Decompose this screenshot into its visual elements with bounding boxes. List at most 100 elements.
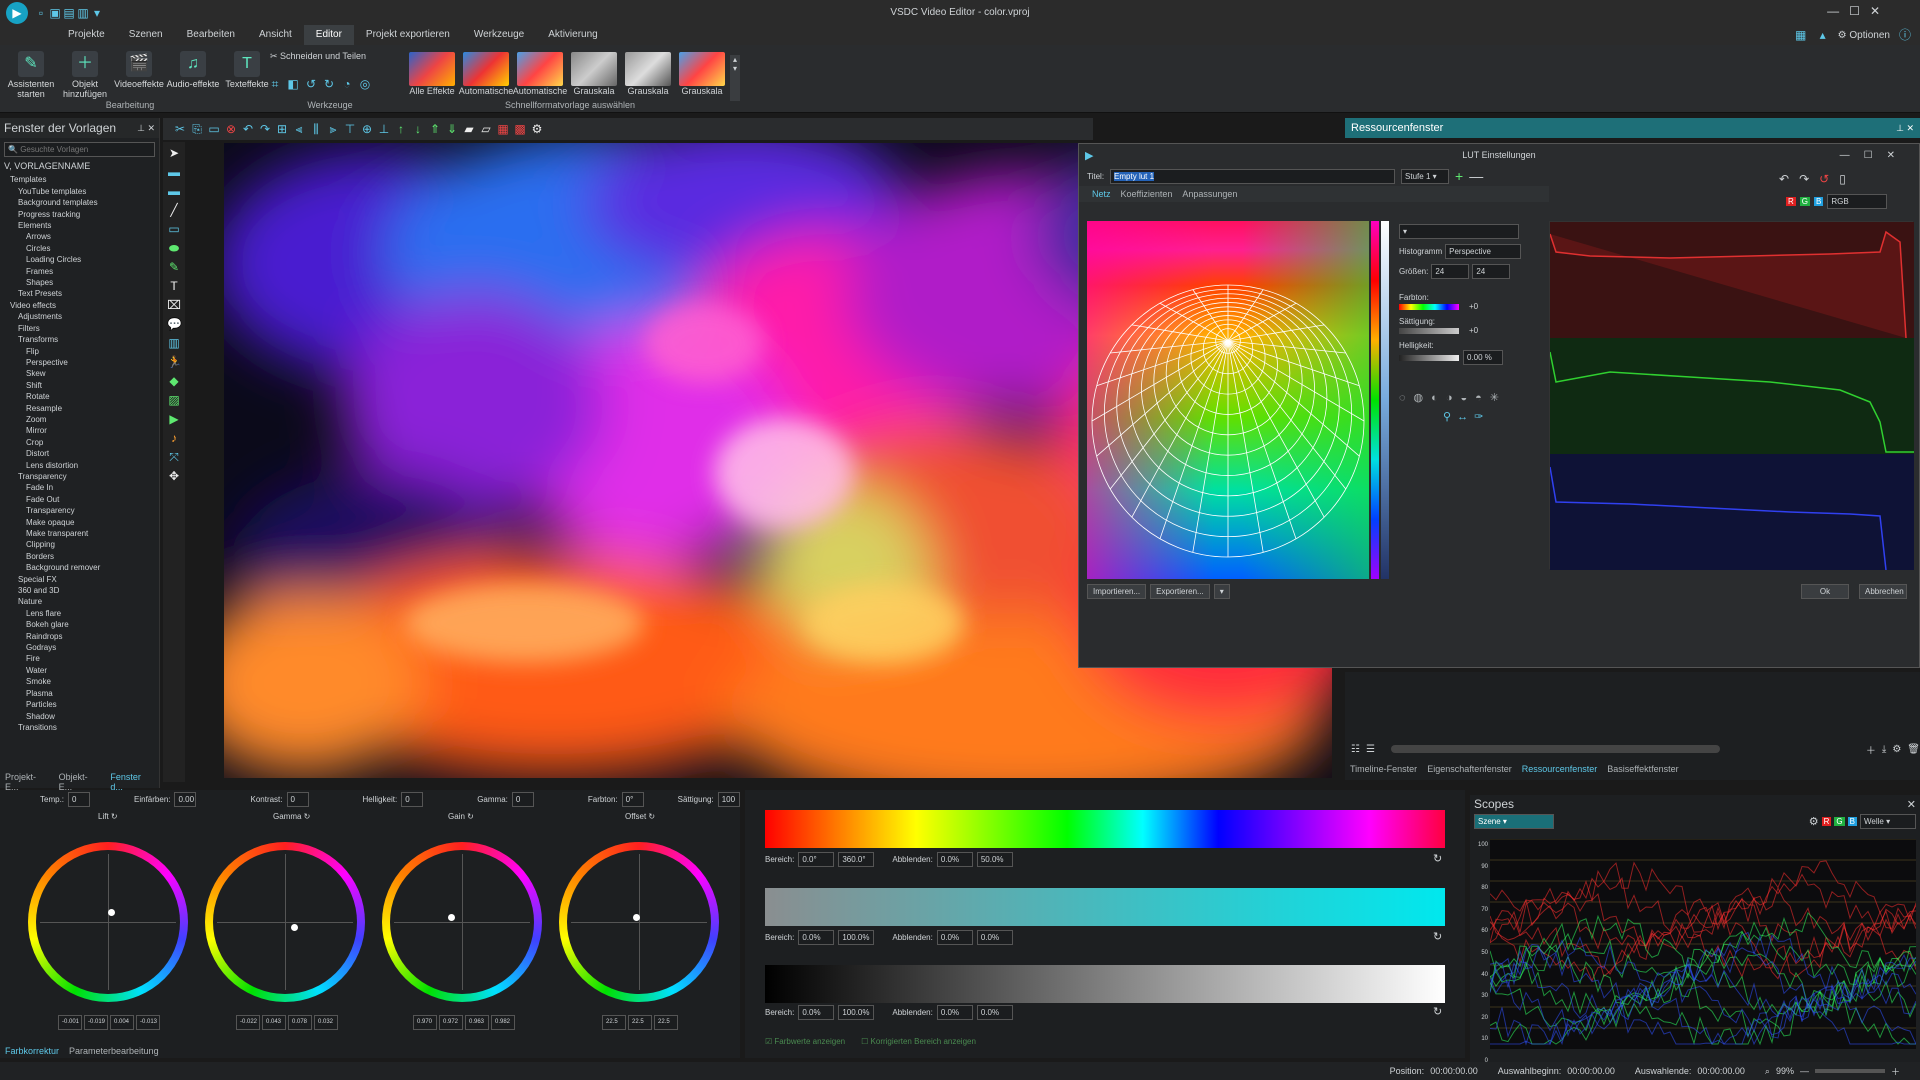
tab-project-explorer[interactable]: Projekt-E...	[0, 772, 54, 792]
lut-value-bar[interactable]	[1381, 221, 1389, 579]
resource-settings-icon[interactable]: ⚙	[1892, 744, 1901, 755]
sat-fade-to[interactable]: 0.0%	[976, 930, 1013, 945]
speed-icon[interactable]: ◔	[340, 77, 354, 91]
add-resource-icon[interactable]: ＋	[1866, 742, 1876, 757]
gain-value-input[interactable]: 0.970	[413, 1015, 437, 1030]
app-logo-icon[interactable]: ▶	[6, 1, 28, 24]
gamma-value-input[interactable]: 0.032	[314, 1015, 338, 1030]
zoom-in-icon[interactable]: ＋	[1891, 1065, 1900, 1078]
show-colors-checkbox[interactable]: ☑ Farbwerte anzeigen	[765, 1037, 845, 1046]
template-tree-item[interactable]: Flip	[10, 346, 159, 357]
hue-fade-from[interactable]: 0.0%	[936, 852, 973, 867]
template-tree-item[interactable]: Elements	[10, 220, 159, 231]
animation-icon[interactable]: 🏃	[167, 355, 182, 369]
template-tree-item[interactable]: Background templates	[10, 197, 159, 208]
sprite-icon[interactable]: ◆	[167, 374, 181, 388]
rectangle-icon[interactable]: ▭	[167, 222, 181, 236]
move-up-icon[interactable]: ↑	[394, 122, 408, 136]
template-tree-item[interactable]: Filters	[10, 323, 159, 334]
template-tree-item[interactable]: YouTube templates	[10, 186, 159, 197]
saturation-range-bar[interactable]	[765, 888, 1445, 926]
subtitle-icon[interactable]: ⌧	[167, 298, 181, 312]
menu-szenen[interactable]: Szenen	[117, 25, 175, 45]
wizard-button[interactable]: ✎ Assistenten starten	[4, 47, 58, 99]
template-tree-item[interactable]: Water	[10, 665, 159, 676]
template-tree-item[interactable]: Plasma	[10, 688, 159, 699]
template-tree-item[interactable]: Mirror	[10, 425, 159, 436]
save-icon[interactable]: ▣	[48, 6, 62, 20]
close-button[interactable]: ✕	[1870, 4, 1880, 18]
stabilize-icon[interactable]: ◎	[358, 77, 372, 91]
align-left-icon[interactable]: ⫷	[292, 122, 306, 136]
mesh-tool-7-icon[interactable]: ✳	[1490, 391, 1499, 404]
gain-wheel[interactable]	[382, 842, 542, 1002]
align-bottom-icon[interactable]: ⊥	[377, 122, 391, 136]
ellipse-icon[interactable]: ⬬	[167, 241, 181, 255]
lift-wheel[interactable]	[28, 842, 188, 1002]
template-tree-item[interactable]: Loading Circles	[10, 254, 159, 265]
text-icon[interactable]: T	[167, 279, 181, 293]
menu-projekte[interactable]: Projekte	[56, 25, 117, 45]
help-icon[interactable]: ⓘ	[1898, 28, 1912, 42]
hue-slider[interactable]	[1399, 303, 1459, 310]
video-effects-button[interactable]: 🎬 Videoeffekte	[112, 47, 166, 97]
gamma-value-input[interactable]: 0.043	[262, 1015, 286, 1030]
template-tree-item[interactable]: Fade Out	[10, 494, 159, 505]
image-icon[interactable]: ▨	[167, 393, 181, 407]
tree-view-icon[interactable]: ☰	[1366, 744, 1375, 755]
scopes-settings-icon[interactable]: ⚙	[1809, 815, 1819, 828]
crop-icon[interactable]: ⌗	[268, 77, 282, 91]
preset-grayscale-3[interactable]: Grauskala	[676, 49, 728, 107]
align-right-icon[interactable]: ⫸	[326, 122, 340, 136]
mesh-tool-5-icon[interactable]: ◒	[1460, 392, 1467, 404]
add-object-button[interactable]: ＋ Objekt hinzufügen	[58, 47, 112, 99]
template-tree-item[interactable]: Special FX	[10, 574, 159, 585]
preset-automatic-1[interactable]: Automatische	[459, 49, 513, 107]
export-button[interactable]: Exportieren...	[1150, 584, 1210, 599]
redo-icon[interactable]: ↷	[258, 122, 272, 136]
template-tree-item[interactable]: Shift	[10, 380, 159, 391]
rotate-left-icon[interactable]: ↺	[304, 77, 318, 91]
temp-input[interactable]: 0	[68, 791, 91, 807]
align-middle-icon[interactable]: ⊕	[360, 122, 374, 136]
sat-slider[interactable]	[1399, 327, 1459, 334]
histogram-select[interactable]: Perspective	[1445, 244, 1522, 259]
brightness-input[interactable]: 0	[401, 791, 424, 807]
preset-automatic-2[interactable]: Automatische	[513, 49, 567, 107]
tab-basic-effects[interactable]: Basiseffektfenster	[1602, 764, 1683, 774]
collapse-icon[interactable]: ▴	[1816, 28, 1830, 42]
template-tree-item[interactable]: Transitions	[10, 722, 159, 733]
ok-button[interactable]: Ok	[1801, 584, 1849, 599]
menu-ansicht[interactable]: Ansicht	[247, 25, 304, 45]
options-button[interactable]: ⚙ Optionen	[1838, 30, 1890, 41]
gain-value-input[interactable]: 0.972	[439, 1015, 463, 1030]
layout-icon[interactable]: ▦	[1794, 28, 1808, 42]
show-corrected-checkbox[interactable]: ☐ Korrigierten Bereich anzeigen	[861, 1037, 976, 1046]
lut-stage-select[interactable]: Stufe 1 ▾	[1401, 168, 1450, 184]
send-back-icon[interactable]: ⇓	[445, 122, 459, 136]
tab-anpassungen[interactable]: Anpassungen	[1177, 189, 1242, 199]
lift-value-input[interactable]: -0.013	[136, 1015, 160, 1030]
tab-object-explorer[interactable]: Objekt-E...	[54, 772, 106, 792]
link-tool-icon[interactable]: ↔	[1457, 411, 1468, 423]
audio-icon[interactable]: ♪	[167, 431, 181, 445]
template-tree-item[interactable]: Raindrops	[10, 631, 159, 642]
gain-value-input[interactable]: 0.963	[465, 1015, 489, 1030]
pin-tool-icon[interactable]: ⚲	[1443, 410, 1451, 423]
chart-icon[interactable]: ▥	[167, 336, 181, 350]
template-tree-item[interactable]: Video effects	[10, 300, 159, 311]
audio-object-icon[interactable]: ▬	[167, 184, 181, 198]
template-tree-item[interactable]: Shadow	[10, 711, 159, 722]
reset-sat-range-icon[interactable]: ↻	[1433, 930, 1442, 943]
menu-bearbeiten[interactable]: Bearbeiten	[175, 25, 247, 45]
mesh-tool-1-icon[interactable]: ◌	[1399, 392, 1406, 404]
tab-templates-window[interactable]: Fenster d...	[105, 772, 160, 792]
template-tree-item[interactable]: Arrows	[10, 231, 159, 242]
template-tree-item[interactable]: Clipping	[10, 539, 159, 550]
lut-hue-bar[interactable]	[1371, 221, 1379, 579]
template-tree-item[interactable]: Transparency	[10, 505, 159, 516]
open-icon[interactable]: ▥	[76, 6, 90, 20]
luminance-range-bar[interactable]	[765, 965, 1445, 1003]
offset-value-input[interactable]: 22.5	[654, 1015, 678, 1030]
redo-lut-icon[interactable]: ↷	[1799, 172, 1809, 186]
